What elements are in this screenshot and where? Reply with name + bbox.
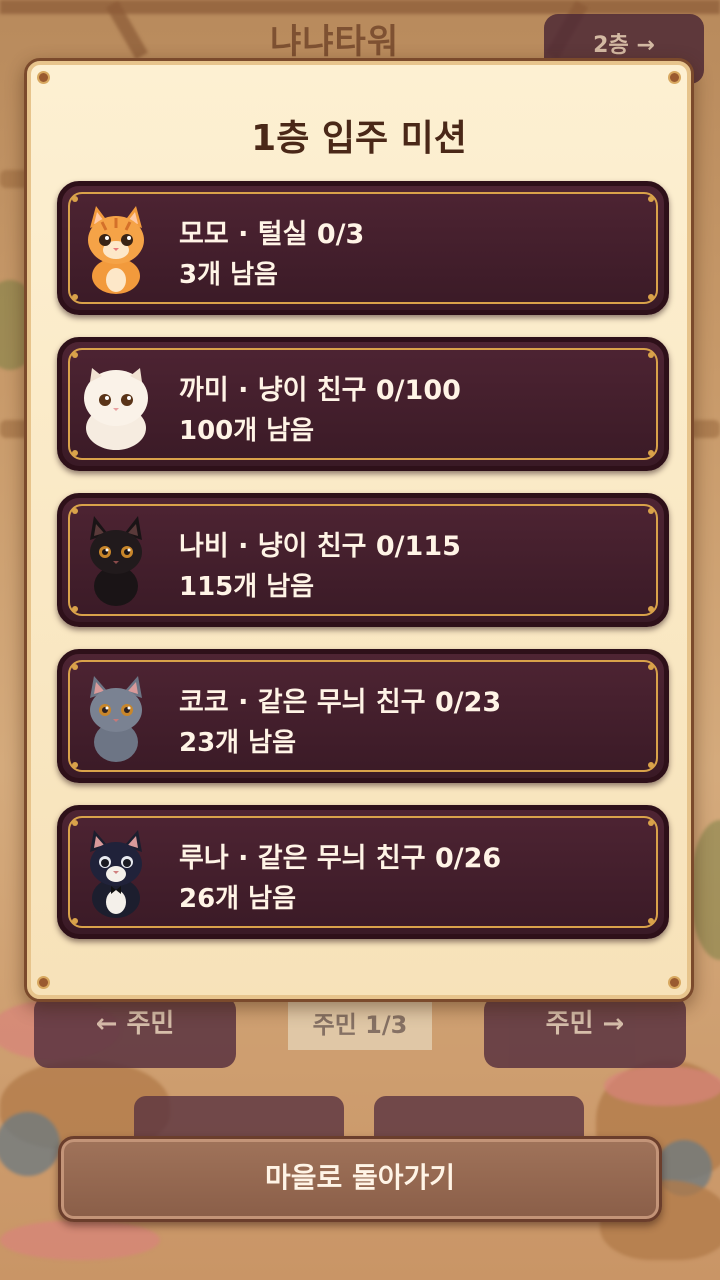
mission-title: 루나 · 같은 무늬 친구 0/26 [179, 843, 502, 874]
black-cat-icon [90, 516, 142, 606]
mission-modal: 1층 입주 미션 모모 · 털실 0/3 3개 남음 까미 · 냥이 친구 0/… [24, 58, 694, 1002]
mission-title: 모모 · 털실 0/3 [179, 219, 365, 250]
gray-cat-icon [90, 676, 142, 762]
back-to-village-button[interactable]: 마을로 돌아가기 [58, 1136, 662, 1222]
mission-card[interactable]: 나비 · 냥이 친구 0/115 115개 남음 [57, 493, 669, 627]
mission-title: 나비 · 냥이 친구 0/115 [179, 531, 461, 562]
mission-remaining: 26개 남음 [179, 884, 296, 914]
mission-title: 코코 · 같은 무늬 친구 0/23 [179, 687, 502, 718]
rivet [39, 73, 48, 82]
game-title: 냐냐타워 [270, 22, 400, 62]
next-resident-button[interactable]: 주민 → [484, 996, 686, 1068]
orange-tabby-cat-icon [88, 206, 144, 294]
rivet [670, 73, 679, 82]
rivet [39, 978, 48, 987]
mission-card[interactable]: 루나 · 같은 무늬 친구 0/26 26개 남음 [57, 805, 669, 939]
modal-title: 1층 입주 미션 [251, 118, 467, 159]
mission-card[interactable]: 코코 · 같은 무늬 친구 0/23 23개 남음 [57, 649, 669, 783]
mission-card[interactable]: 모모 · 털실 0/3 3개 남음 [57, 181, 669, 315]
mission-remaining: 100개 남음 [179, 416, 315, 446]
mission-title: 까미 · 냥이 친구 0/100 [179, 375, 461, 406]
rivet [670, 978, 679, 987]
mission-remaining: 115개 남음 [179, 572, 315, 602]
white-persian-cat-icon [84, 368, 148, 450]
tuxedo-cat-icon [90, 830, 142, 918]
prev-resident-button[interactable]: ← 주민 [34, 996, 236, 1068]
mission-card[interactable]: 까미 · 냥이 친구 0/100 100개 남음 [57, 337, 669, 471]
resident-navigation: ← 주민 주민 1/3 주민 → [0, 996, 720, 1072]
mission-remaining: 3개 남음 [179, 260, 278, 290]
mission-remaining: 23개 남음 [179, 728, 296, 758]
resident-counter: 주민 1/3 [288, 1000, 432, 1050]
